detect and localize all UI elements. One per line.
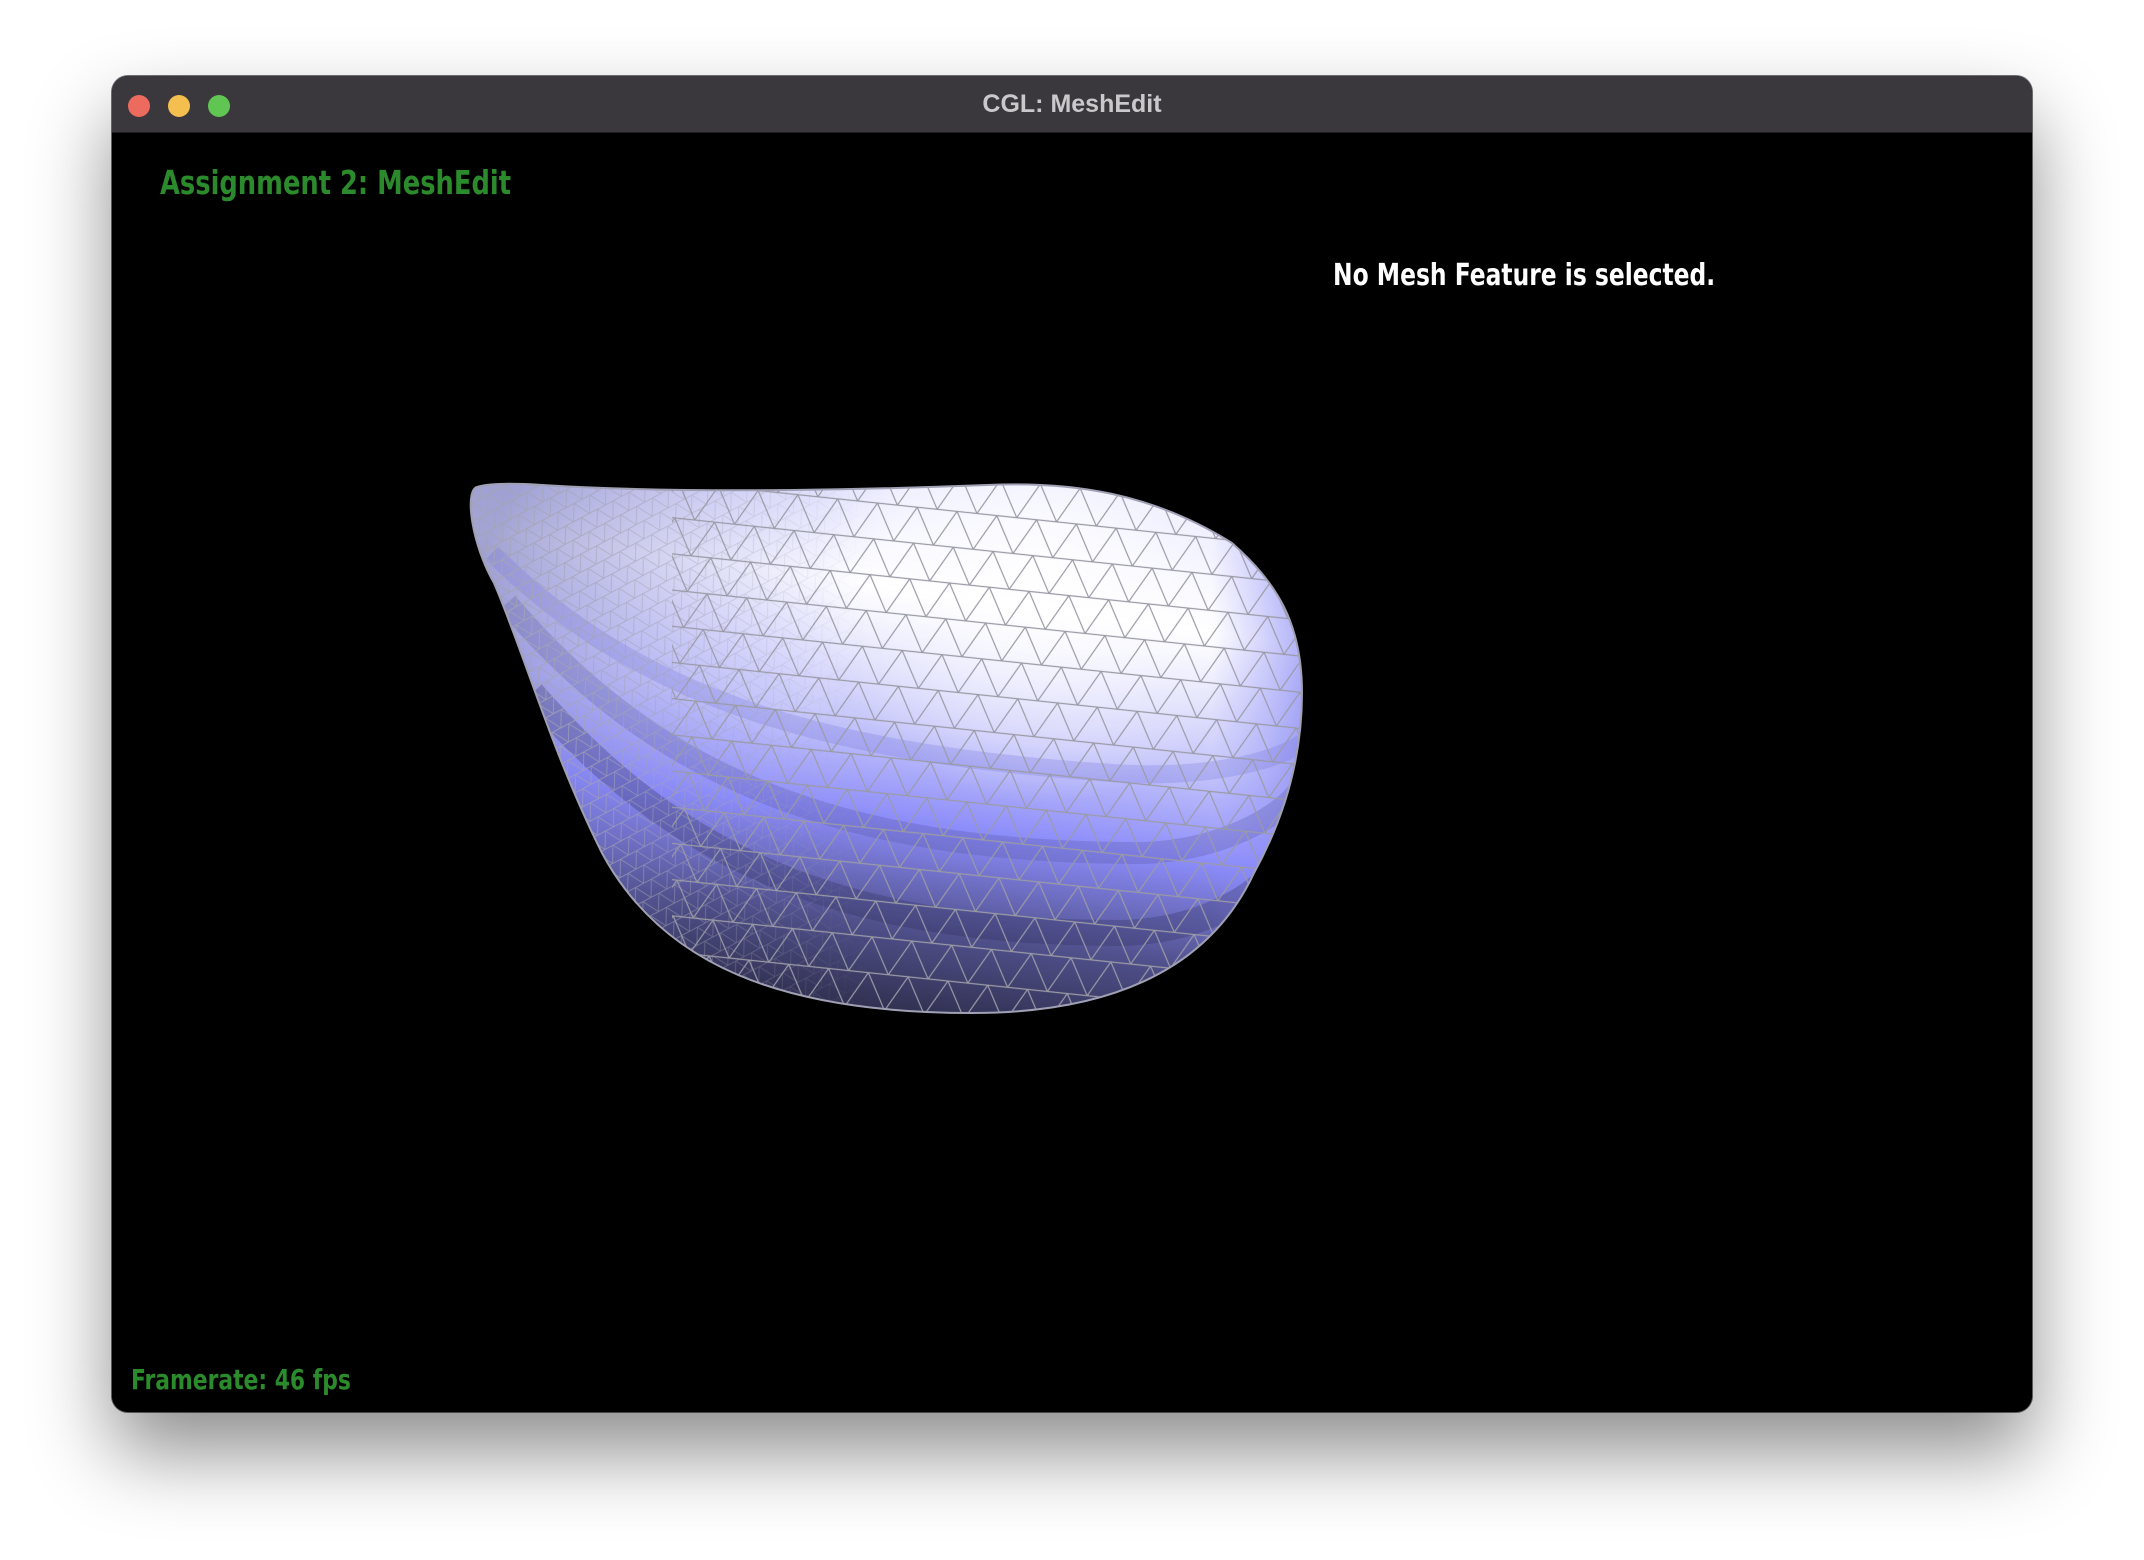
app-heading: Assignment 2: MeshEdit bbox=[160, 163, 512, 202]
render-viewport[interactable]: Assignment 2: MeshEdit No Mesh Feature i… bbox=[112, 133, 2032, 1412]
window-title: CGL: MeshEdit bbox=[982, 90, 1162, 118]
framerate-readout: Framerate: 46 fps bbox=[131, 1363, 351, 1396]
mesh-surface[interactable] bbox=[452, 463, 1322, 1033]
selection-status: No Mesh Feature is selected. bbox=[1333, 258, 1716, 293]
title-bar[interactable]: CGL: MeshEdit bbox=[112, 76, 2032, 133]
app-window: CGL: MeshEdit Assignment 2: MeshEdit No … bbox=[112, 76, 2032, 1412]
mesh-render[interactable] bbox=[112, 133, 2032, 1412]
